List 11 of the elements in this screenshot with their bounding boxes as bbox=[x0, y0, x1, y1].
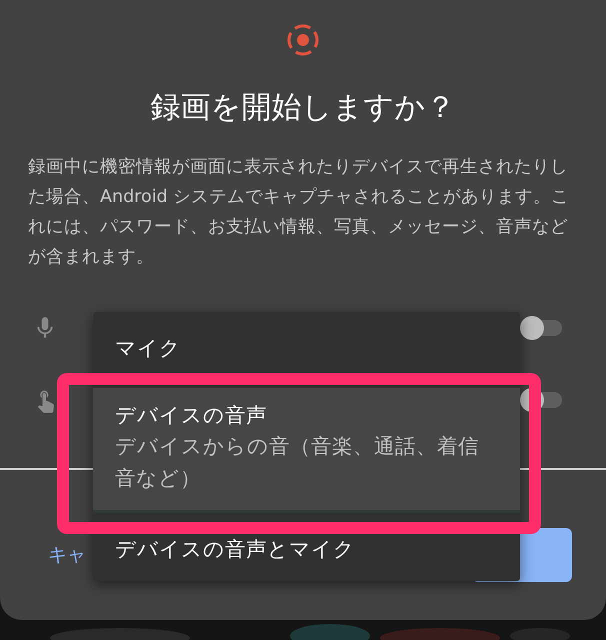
cancel-button[interactable]: キャ bbox=[40, 532, 94, 578]
menu-item-label: デバイスの音声 bbox=[115, 402, 268, 429]
dialog-title: 録画を開始しますか？ bbox=[150, 89, 456, 127]
menu-item-label: デバイスの音声とマイク bbox=[115, 536, 356, 563]
menu-item[interactable]: デバイスの音声 デバイスからの音（音楽、通話、着信音など） bbox=[93, 388, 520, 513]
menu-item[interactable]: デバイスの音声とマイク bbox=[93, 531, 520, 581]
menu-item-description: デバイスからの音（音楽、通話、着信音など） bbox=[115, 433, 480, 492]
record-icon bbox=[285, 22, 321, 58]
menu-item-label: マイク bbox=[115, 335, 182, 362]
menu-item[interactable]: マイク bbox=[93, 323, 520, 373]
dialog-message: 録画中に機密情報が画面に表示されたりデバイスで再生されたりした場合、Android システムでキャプチャされることがあります。これには、パスワード、お支払い情報、写真、メッセージ、音声などが含まれます。 bbox=[28, 156, 570, 269]
